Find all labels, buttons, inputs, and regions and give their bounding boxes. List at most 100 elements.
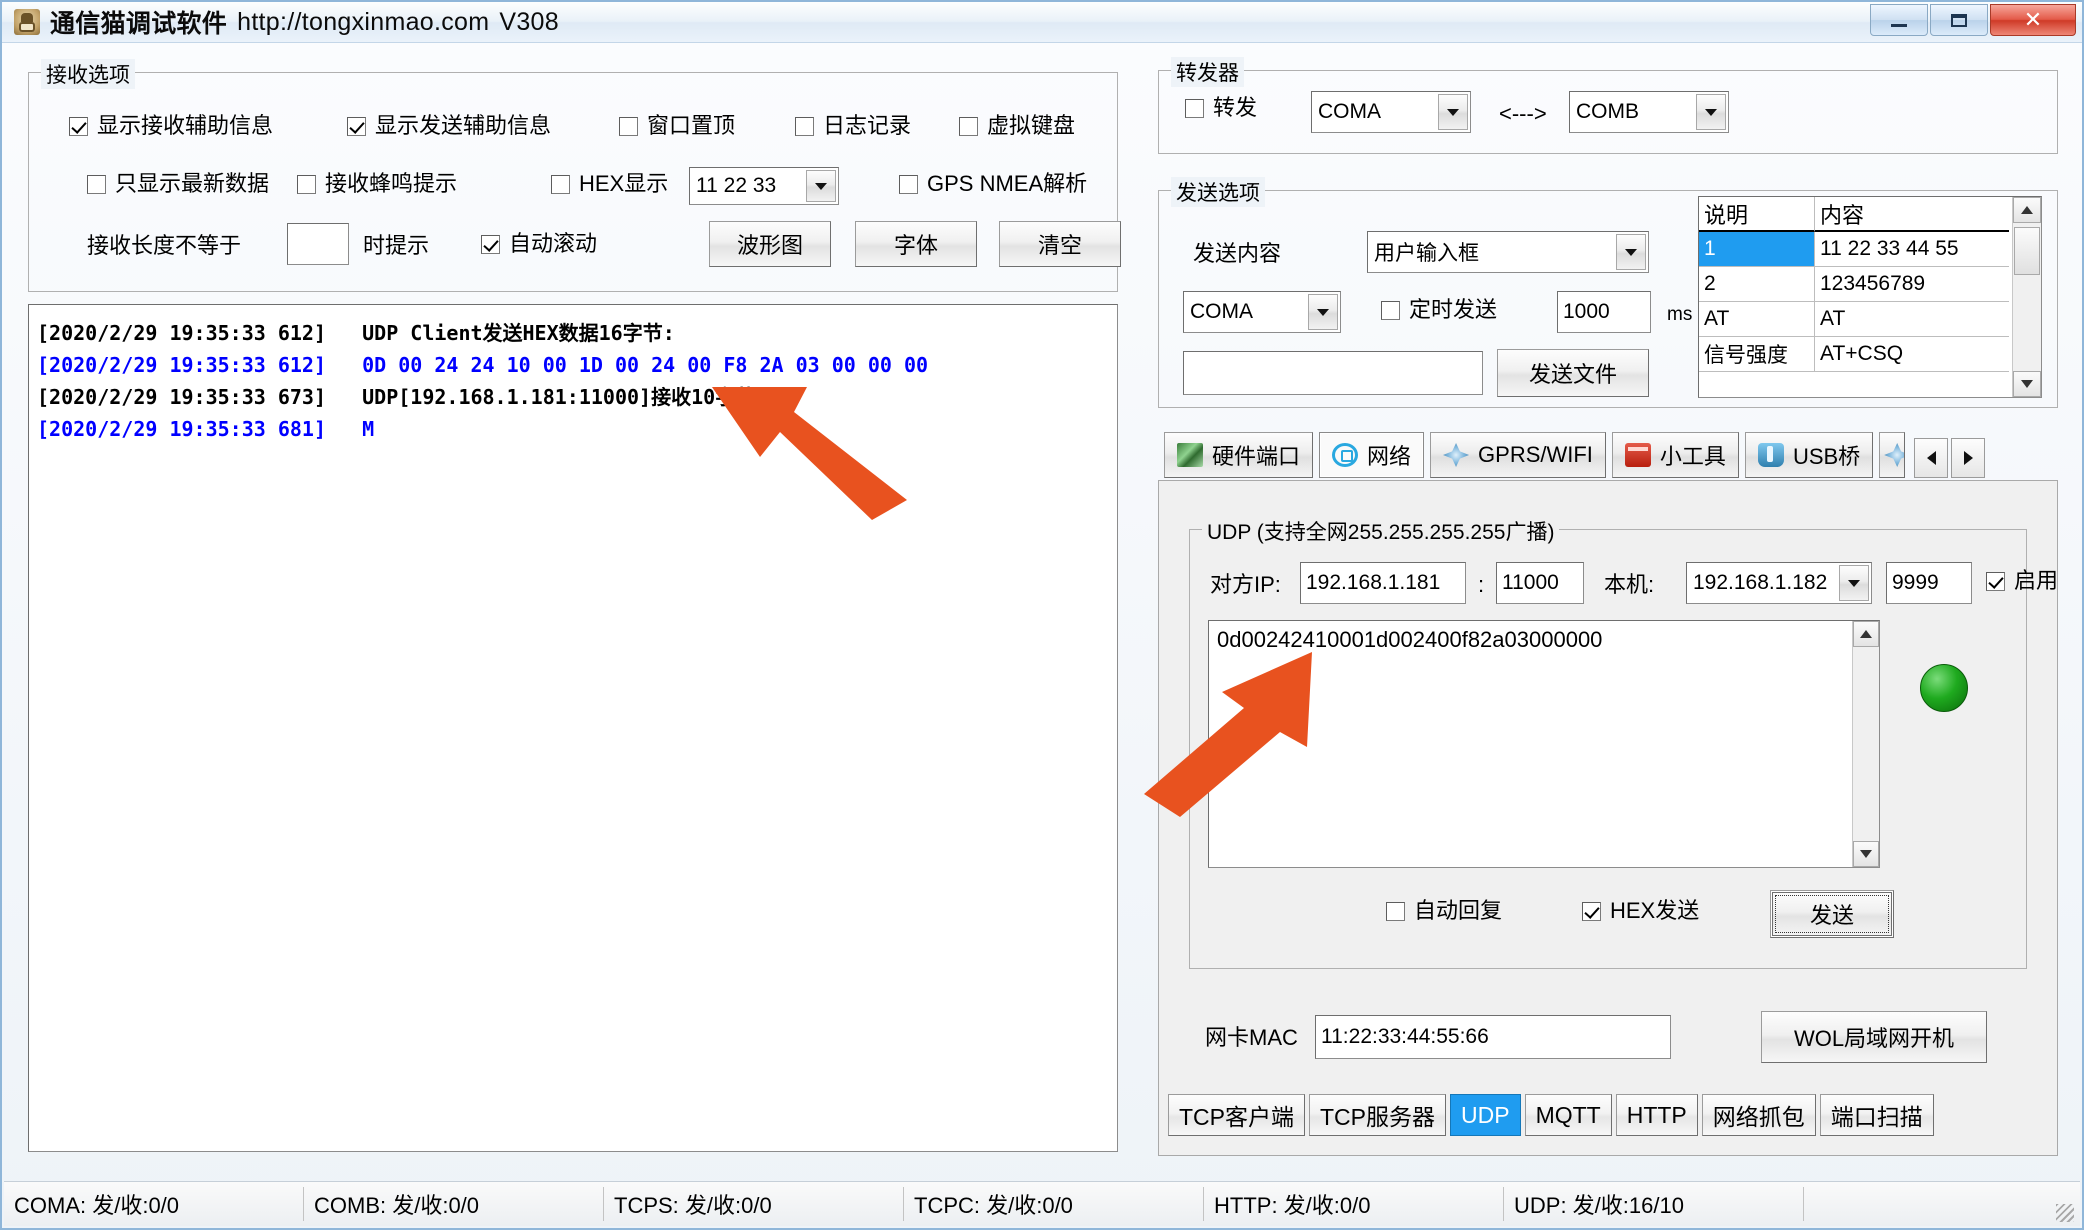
checkbox-window-top[interactable]: 窗口置顶 — [619, 115, 735, 137]
tab-scroll-next-button[interactable] — [1951, 438, 1986, 478]
udp-group-title: UDP (支持全网255.255.255.255广播) — [1202, 516, 1560, 546]
remote-ip-label: 对方IP: — [1210, 572, 1281, 597]
send-options-title: 发送选项 — [1171, 177, 1265, 207]
checkbox-label: HEX显示 — [579, 171, 669, 196]
tab-hardware-port[interactable]: 硬件端口 — [1164, 432, 1314, 478]
checkbox-forward[interactable]: 转发 — [1185, 97, 1257, 119]
tab-scroll-prev-button[interactable] — [1914, 438, 1949, 478]
chevron-down-icon[interactable] — [1308, 294, 1338, 330]
chevron-down-icon[interactable] — [1438, 94, 1468, 130]
checkbox-auto-scroll[interactable]: 自动滚动 — [481, 233, 597, 255]
remote-ip-input[interactable]: 192.168.1.181 — [1300, 562, 1466, 604]
checkbox-virtual-keyboard[interactable]: 虚拟键盘 — [959, 115, 1075, 137]
main-tab-strip: 硬件端口 网络 GPRS/WIFI 小工具 USB桥 — [1164, 430, 2054, 478]
checkbox-box — [1386, 901, 1405, 921]
resize-grip-icon[interactable] — [2056, 1204, 2074, 1222]
udp-send-button[interactable]: 发送 — [1770, 890, 1894, 938]
table-row[interactable]: AT AT — [1699, 302, 2041, 337]
forward-source-combo[interactable]: COMA — [1311, 91, 1471, 133]
scroll-down-icon[interactable] — [2013, 371, 2041, 397]
chevron-left-icon — [1926, 451, 1936, 465]
scroll-up-icon[interactable] — [2013, 197, 2041, 223]
forward-link-label: <---> — [1499, 101, 1547, 126]
table-scrollbar[interactable] — [2012, 197, 2041, 397]
log-time: [2020/2/29 19:35:33 681] — [37, 417, 326, 441]
quick-send-table[interactable]: 说明 内容 1 11 22 33 44 55 2 123456789 AT AT… — [1698, 196, 2042, 398]
chevron-down-icon[interactable] — [1616, 234, 1646, 270]
udp-send-data-textarea[interactable]: 0d00242410001d002400f82a03000000 — [1208, 620, 1880, 868]
table-row[interactable]: 1 11 22 33 44 55 — [1699, 232, 2041, 267]
checkbox-show-send-aux[interactable]: 显示发送辅助信息 — [347, 115, 551, 137]
tab-mqtt[interactable]: MQTT — [1524, 1094, 1612, 1136]
forward-target-combo[interactable]: COMB — [1569, 91, 1729, 133]
mac-address-input[interactable]: 11:22:33:44:55:66 — [1315, 1015, 1671, 1059]
hex-format-combo[interactable]: 11 22 33 — [689, 167, 839, 205]
tab-label: GPRS/WIFI — [1478, 442, 1593, 467]
scrollbar-thumb[interactable] — [2014, 227, 2040, 275]
timer-unit-label: ms — [1667, 304, 1693, 325]
font-button[interactable]: 字体 — [855, 221, 977, 267]
table-row[interactable]: 2 123456789 — [1699, 267, 2041, 302]
scroll-up-icon[interactable] — [1853, 621, 1879, 647]
checkbox-only-latest[interactable]: 只显示最新数据 — [87, 173, 269, 195]
send-port-combo[interactable]: COMA — [1183, 291, 1341, 333]
send-content-combo[interactable]: 用户输入框 — [1367, 231, 1649, 273]
tab-http[interactable]: HTTP — [1615, 1094, 1698, 1136]
tab-udp[interactable]: UDP — [1450, 1094, 1521, 1136]
tab-network[interactable]: 网络 — [1319, 432, 1425, 478]
waveform-button[interactable]: 波形图 — [709, 221, 831, 267]
close-button[interactable]: ✕ — [1990, 4, 2076, 36]
checkbox-gps-nmea[interactable]: GPS NMEA解析 — [899, 173, 1087, 195]
checkbox-udp-enable[interactable]: 启用 — [1986, 570, 2058, 592]
status-comb: COMB: 发/收:0/0 — [304, 1187, 604, 1221]
maximize-button[interactable] — [1930, 4, 1988, 36]
checkbox-box — [347, 116, 366, 136]
forward-source-value: COMA — [1318, 100, 1381, 123]
checkbox-hex-display[interactable]: HEX显示 — [551, 173, 668, 195]
chevron-down-icon[interactable] — [806, 170, 836, 202]
maximize-icon — [1951, 13, 1967, 27]
checkbox-box — [297, 174, 316, 194]
recv-length-input[interactable] — [287, 223, 349, 265]
checkbox-timed-send[interactable]: 定时发送 — [1381, 299, 1497, 321]
checkbox-label: 定时发送 — [1409, 297, 1498, 322]
scroll-down-icon[interactable] — [1853, 841, 1879, 867]
chevron-down-icon[interactable] — [1839, 565, 1869, 601]
memo-scrollbar[interactable] — [1852, 621, 1879, 867]
checkbox-box — [899, 174, 918, 194]
checkbox-log-record[interactable]: 日志记录 — [795, 115, 911, 137]
tab-tcp-server[interactable]: TCP服务器 — [1309, 1094, 1446, 1136]
chevron-down-icon[interactable] — [1696, 94, 1726, 130]
checkbox-box — [795, 116, 814, 136]
checkbox-box — [481, 234, 500, 254]
checkbox-label: 自动滚动 — [509, 231, 598, 256]
tab-usb-bridge[interactable]: USB桥 — [1744, 432, 1874, 478]
tab-gprs-wifi[interactable]: GPRS/WIFI — [1430, 432, 1606, 478]
remote-port-input[interactable]: 11000 — [1496, 562, 1584, 604]
clear-button[interactable]: 清空 — [999, 221, 1121, 267]
status-empty — [1804, 1187, 2080, 1221]
checkbox-recv-beep[interactable]: 接收蜂鸣提示 — [297, 173, 457, 195]
send-file-path-input[interactable] — [1183, 351, 1483, 395]
send-file-button[interactable]: 发送文件 — [1497, 349, 1649, 397]
checkbox-show-recv-aux[interactable]: 显示接收辅助信息 — [69, 115, 273, 137]
tab-overflow-partial[interactable] — [1879, 432, 1906, 478]
tab-port-scan[interactable]: 端口扫描 — [1819, 1094, 1934, 1136]
receive-log-area[interactable]: [2020/2/29 19:35:33 612] UDP Client发送HEX… — [28, 304, 1118, 1152]
table-row[interactable]: 信号强度 AT+CSQ — [1699, 337, 2041, 372]
tab-tcp-client[interactable]: TCP客户端 — [1168, 1094, 1305, 1136]
timer-interval-input[interactable]: 1000 — [1557, 291, 1651, 333]
local-port-input[interactable]: 9999 — [1886, 562, 1972, 604]
tab-toolbox[interactable]: 小工具 — [1611, 432, 1739, 478]
checkbox-box — [959, 116, 978, 136]
checkbox-box — [69, 116, 88, 136]
tab-packet-capture[interactable]: 网络抓包 — [1701, 1094, 1816, 1136]
local-ip-combo[interactable]: 192.168.1.182 — [1686, 562, 1872, 604]
checkbox-label: 虚拟键盘 — [987, 113, 1076, 138]
checkbox-auto-reply[interactable]: 自动回复 — [1386, 900, 1502, 922]
log-text: 0D 00 24 24 10 00 1D 00 24 00 F8 2A 03 0… — [362, 353, 929, 377]
log-time: [2020/2/29 19:35:33 612] — [37, 321, 326, 345]
checkbox-hex-send[interactable]: HEX发送 — [1582, 900, 1699, 922]
minimize-button[interactable] — [1870, 4, 1928, 36]
wol-button[interactable]: WOL局域网开机 — [1761, 1011, 1987, 1063]
